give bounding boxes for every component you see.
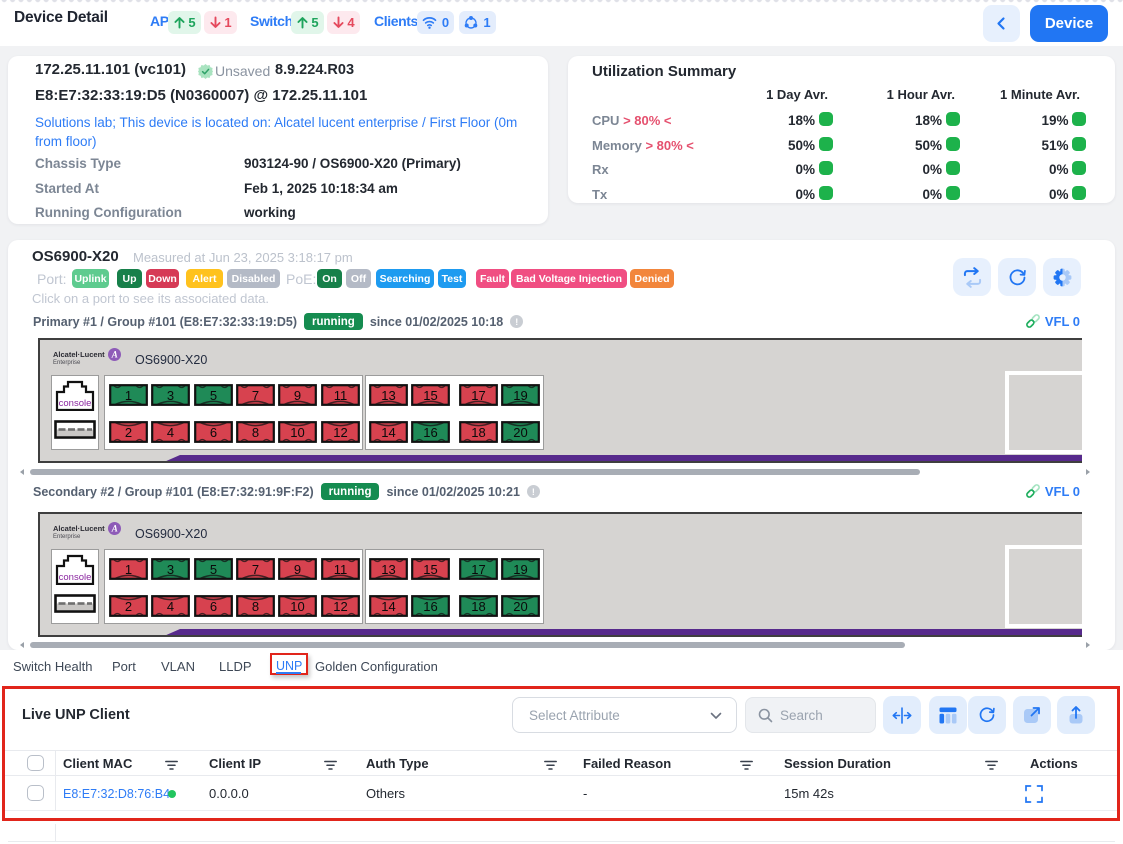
svg-text:10: 10 bbox=[290, 599, 304, 614]
svg-text:2: 2 bbox=[125, 599, 132, 614]
svg-text:A: A bbox=[111, 350, 118, 360]
svg-text:15: 15 bbox=[423, 388, 437, 403]
svg-text:3: 3 bbox=[167, 562, 174, 577]
svg-text:16: 16 bbox=[423, 425, 437, 440]
svg-text:18: 18 bbox=[471, 425, 485, 440]
svg-text:13: 13 bbox=[381, 562, 395, 577]
svg-text:6: 6 bbox=[210, 425, 217, 440]
svg-text:9: 9 bbox=[294, 388, 301, 403]
svg-text:4: 4 bbox=[167, 599, 174, 614]
svg-text:1: 1 bbox=[125, 562, 132, 577]
svg-text:7: 7 bbox=[252, 562, 259, 577]
svg-text:2: 2 bbox=[125, 425, 132, 440]
svg-text:8: 8 bbox=[252, 425, 259, 440]
svg-text:10: 10 bbox=[290, 425, 304, 440]
svg-text:18: 18 bbox=[471, 599, 485, 614]
svg-text:20: 20 bbox=[513, 599, 527, 614]
svg-text:5: 5 bbox=[210, 388, 217, 403]
svg-text:7: 7 bbox=[252, 388, 259, 403]
svg-text:9: 9 bbox=[294, 562, 301, 577]
svg-text:1: 1 bbox=[125, 388, 132, 403]
svg-text:12: 12 bbox=[333, 599, 347, 614]
svg-text:14: 14 bbox=[381, 599, 395, 614]
svg-text:12: 12 bbox=[333, 425, 347, 440]
svg-text:8: 8 bbox=[252, 599, 259, 614]
svg-text:4: 4 bbox=[167, 425, 174, 440]
svg-text:15: 15 bbox=[423, 562, 437, 577]
svg-text:17: 17 bbox=[471, 562, 485, 577]
svg-text:19: 19 bbox=[513, 562, 527, 577]
svg-text:A: A bbox=[111, 524, 118, 534]
svg-text:14: 14 bbox=[381, 425, 395, 440]
svg-text:16: 16 bbox=[423, 599, 437, 614]
svg-text:11: 11 bbox=[334, 562, 348, 577]
svg-text:13: 13 bbox=[381, 388, 395, 403]
svg-text:5: 5 bbox=[210, 562, 217, 577]
svg-text:11: 11 bbox=[334, 388, 348, 403]
svg-text:17: 17 bbox=[471, 388, 485, 403]
svg-text:3: 3 bbox=[167, 388, 174, 403]
svg-text:6: 6 bbox=[210, 599, 217, 614]
svg-text:20: 20 bbox=[513, 425, 527, 440]
svg-text:19: 19 bbox=[513, 388, 527, 403]
